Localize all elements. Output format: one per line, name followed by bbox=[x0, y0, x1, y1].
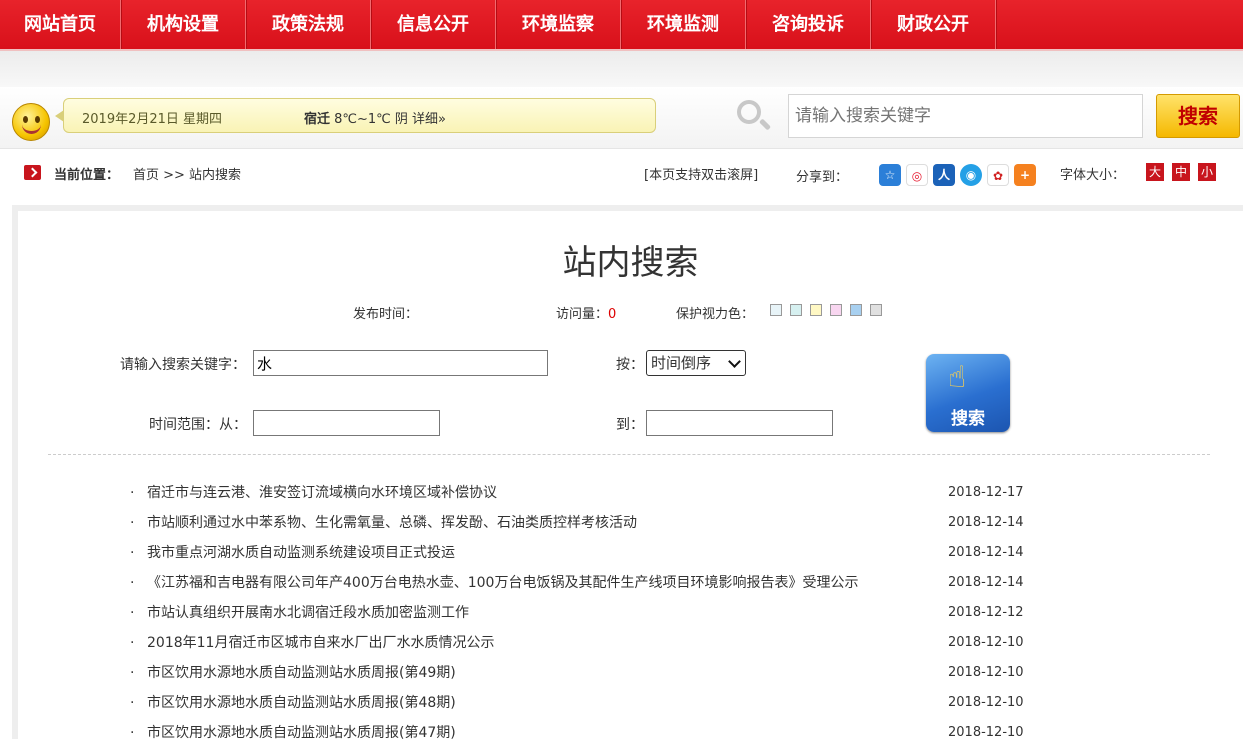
result-link[interactable]: 我市重点河湖水质自动监测系统建设项目正式投运 bbox=[147, 538, 455, 568]
eye-color-swatch[interactable] bbox=[810, 304, 822, 316]
result-link[interactable]: 市区饮用水源地水质自动监测站水质周报(第48期) bbox=[147, 688, 456, 718]
nav-item-organization[interactable]: 机构设置 bbox=[121, 0, 246, 49]
result-link[interactable]: 市区饮用水源地水质自动监测站水质周报(第47期) bbox=[147, 718, 456, 748]
eye-color-swatch[interactable] bbox=[850, 304, 862, 316]
result-date: 2018-12-10 bbox=[948, 695, 1024, 710]
visits-count: 0 bbox=[608, 307, 617, 322]
result-link[interactable]: 市区饮用水源地水质自动监测站水质周报(第49期) bbox=[147, 658, 456, 688]
nav-item-monitoring[interactable]: 环境监测 bbox=[621, 0, 746, 49]
eye-color-swatch[interactable] bbox=[830, 304, 842, 316]
search-icon bbox=[737, 100, 761, 124]
publish-time-label: 发布时间： bbox=[353, 307, 419, 322]
result-link[interactable]: 宿迁市与连云港、淮安签订流域横向水环境区域补偿协议 bbox=[147, 478, 497, 508]
sub-nav-bar bbox=[0, 49, 1243, 87]
search-button-label: 搜索 bbox=[951, 409, 985, 429]
sort-order-value: 时间倒序 bbox=[651, 354, 712, 372]
search-content-panel: 站内搜索 发布时间： 访问量：0 保护视力色： 请输入搜索关键字： 按： 时间倒… bbox=[12, 205, 1243, 741]
result-link[interactable]: 《江苏福和吉电器有限公司年产400万台电热水壶、100万台电饭锅及其配件生产线项… bbox=[147, 568, 858, 598]
list-item: · 2018年11月宿迁市区城市自来水厂出厂水水质情况公示 2018-12-10 bbox=[130, 628, 1130, 658]
result-link[interactable]: 市站认真组织开展南水北调宿迁段水质加密监测工作 bbox=[147, 598, 469, 628]
time-range-to-input[interactable] bbox=[646, 410, 833, 436]
smiley-icon bbox=[12, 103, 50, 141]
qzone-icon[interactable]: ☆ bbox=[879, 164, 901, 186]
font-size-switcher: 大 中 小 bbox=[1146, 163, 1216, 181]
time-range-to-label: 到： bbox=[616, 417, 644, 433]
font-size-label: 字体大小： bbox=[1060, 168, 1126, 183]
result-date: 2018-12-14 bbox=[948, 545, 1024, 560]
site-search-input[interactable] bbox=[788, 94, 1143, 138]
visits-meta: 访问量：0 bbox=[556, 303, 616, 322]
font-size-large-button[interactable]: 大 bbox=[1146, 163, 1164, 181]
nav-item-consult[interactable]: 咨询投诉 bbox=[746, 0, 871, 49]
double-click-scroll-note: [本页支持双击滚屏] bbox=[644, 168, 759, 183]
result-date: 2018-12-10 bbox=[948, 725, 1024, 740]
nav-item-finance[interactable]: 财政公开 bbox=[871, 0, 996, 49]
search-results-list: · 宿迁市与连云港、淮安签订流域横向水环境区域补偿协议 2018-12-17 · 市站… bbox=[130, 478, 1130, 748]
tencent-icon[interactable]: ◉ bbox=[960, 164, 982, 186]
top-nav: 网站首页 机构设置 政策法规 信息公开 环境监察 环境监测 咨询投诉 财政公开 bbox=[0, 0, 1243, 49]
list-item: · 市区饮用水源地水质自动监测站水质周报(第48期) 2018-12-10 bbox=[130, 688, 1130, 718]
list-item: · 市区饮用水源地水质自动监测站水质周报(第49期) 2018-12-10 bbox=[130, 658, 1130, 688]
sort-order-select[interactable]: 时间倒序 bbox=[646, 350, 746, 376]
list-item: · 我市重点河湖水质自动监测系统建设项目正式投运 2018-12-14 bbox=[130, 538, 1130, 568]
more-share-icon[interactable]: + bbox=[1014, 164, 1036, 186]
renren-icon[interactable]: 人 bbox=[933, 164, 955, 186]
pointing-hand-icon: ☝ bbox=[948, 360, 967, 395]
current-date: 2019年2月21日 星期四 bbox=[82, 112, 223, 127]
list-item: · 宿迁市与连云港、淮安签订流域横向水环境区域补偿协议 2018-12-17 bbox=[130, 478, 1130, 508]
eye-color-swatch[interactable] bbox=[870, 304, 882, 316]
list-item: · 市站顺利通过水中苯系物、生化需氧量、总磷、挥发酚、石油类质控样考核活动 2018… bbox=[130, 508, 1130, 538]
weather-bubble: 2019年2月21日 星期四 宿迁 8℃~1℃ 阴 详细» bbox=[55, 98, 656, 133]
nav-item-home[interactable]: 网站首页 bbox=[0, 0, 121, 49]
result-date: 2018-12-17 bbox=[948, 485, 1024, 500]
eye-color-label: 保护视力色： bbox=[676, 307, 755, 322]
result-link[interactable]: 市站顺利通过水中苯系物、生化需氧量、总磷、挥发酚、石油类质控样考核活动 bbox=[147, 508, 637, 538]
kaixin-icon[interactable]: ✿ bbox=[987, 164, 1009, 186]
share-label: 分享到： bbox=[796, 170, 849, 185]
nav-item-policy[interactable]: 政策法规 bbox=[246, 0, 371, 49]
time-range-from-input[interactable] bbox=[253, 410, 440, 436]
breadcrumb[interactable]: 首页 >> 站内搜索 bbox=[133, 164, 241, 183]
result-date: 2018-12-12 bbox=[948, 605, 1024, 620]
result-date: 2018-12-10 bbox=[948, 635, 1024, 650]
list-item: · 《江苏福和吉电器有限公司年产400万台电热水壶、100万台电饭锅及其配件生产线… bbox=[130, 568, 1130, 598]
page-title: 站内搜索 bbox=[562, 243, 699, 283]
share-icons: ☆ ◎ 人 ◉ ✿ + bbox=[879, 164, 1036, 186]
result-date: 2018-12-10 bbox=[948, 665, 1024, 680]
time-range-from-label: 时间范围：从： bbox=[149, 417, 247, 433]
result-date: 2018-12-14 bbox=[948, 515, 1024, 530]
divider bbox=[48, 454, 1210, 455]
keyword-label: 请输入搜索关键字： bbox=[120, 357, 246, 373]
sort-label: 按： bbox=[616, 357, 644, 373]
eye-color-swatch[interactable] bbox=[770, 304, 782, 316]
font-size-medium-button[interactable]: 中 bbox=[1172, 163, 1190, 181]
result-link[interactable]: 2018年11月宿迁市区城市自来水厂出厂水水质情况公示 bbox=[147, 628, 494, 658]
chevron-right-icon bbox=[24, 165, 41, 180]
nav-item-info-disclosure[interactable]: 信息公开 bbox=[371, 0, 496, 49]
list-item: · 市区饮用水源地水质自动监测站水质周报(第47期) 2018-12-10 bbox=[130, 718, 1130, 748]
list-item: · 市站认真组织开展南水北调宿迁段水质加密监测工作 2018-12-12 bbox=[130, 598, 1130, 628]
eye-color-swatch[interactable] bbox=[790, 304, 802, 316]
keyword-input[interactable] bbox=[253, 350, 548, 376]
weather-detail[interactable]: 8℃~1℃ 阴 详细» bbox=[330, 112, 446, 127]
visits-label: 访问量： bbox=[556, 307, 609, 322]
weather-city: 宿迁 bbox=[304, 112, 331, 127]
weather-info[interactable]: 宿迁 8℃~1℃ 阴 详细» bbox=[304, 108, 446, 127]
breadcrumb-row: 当前位置： 首页 >> 站内搜索 [本页支持双击滚屏] 分享到： ☆ ◎ 人 ◉… bbox=[0, 150, 1243, 194]
search-button[interactable]: ☝ 搜索 bbox=[926, 354, 1010, 432]
result-date: 2018-12-14 bbox=[948, 575, 1024, 590]
eye-color-swatches bbox=[770, 304, 882, 316]
weibo-icon[interactable]: ◎ bbox=[906, 164, 928, 186]
breadcrumb-label: 当前位置： bbox=[54, 168, 120, 183]
chevron-down-icon bbox=[728, 355, 741, 368]
font-size-small-button[interactable]: 小 bbox=[1198, 163, 1216, 181]
nav-item-inspection[interactable]: 环境监察 bbox=[496, 0, 621, 49]
site-search-button[interactable]: 搜索 bbox=[1156, 94, 1240, 138]
